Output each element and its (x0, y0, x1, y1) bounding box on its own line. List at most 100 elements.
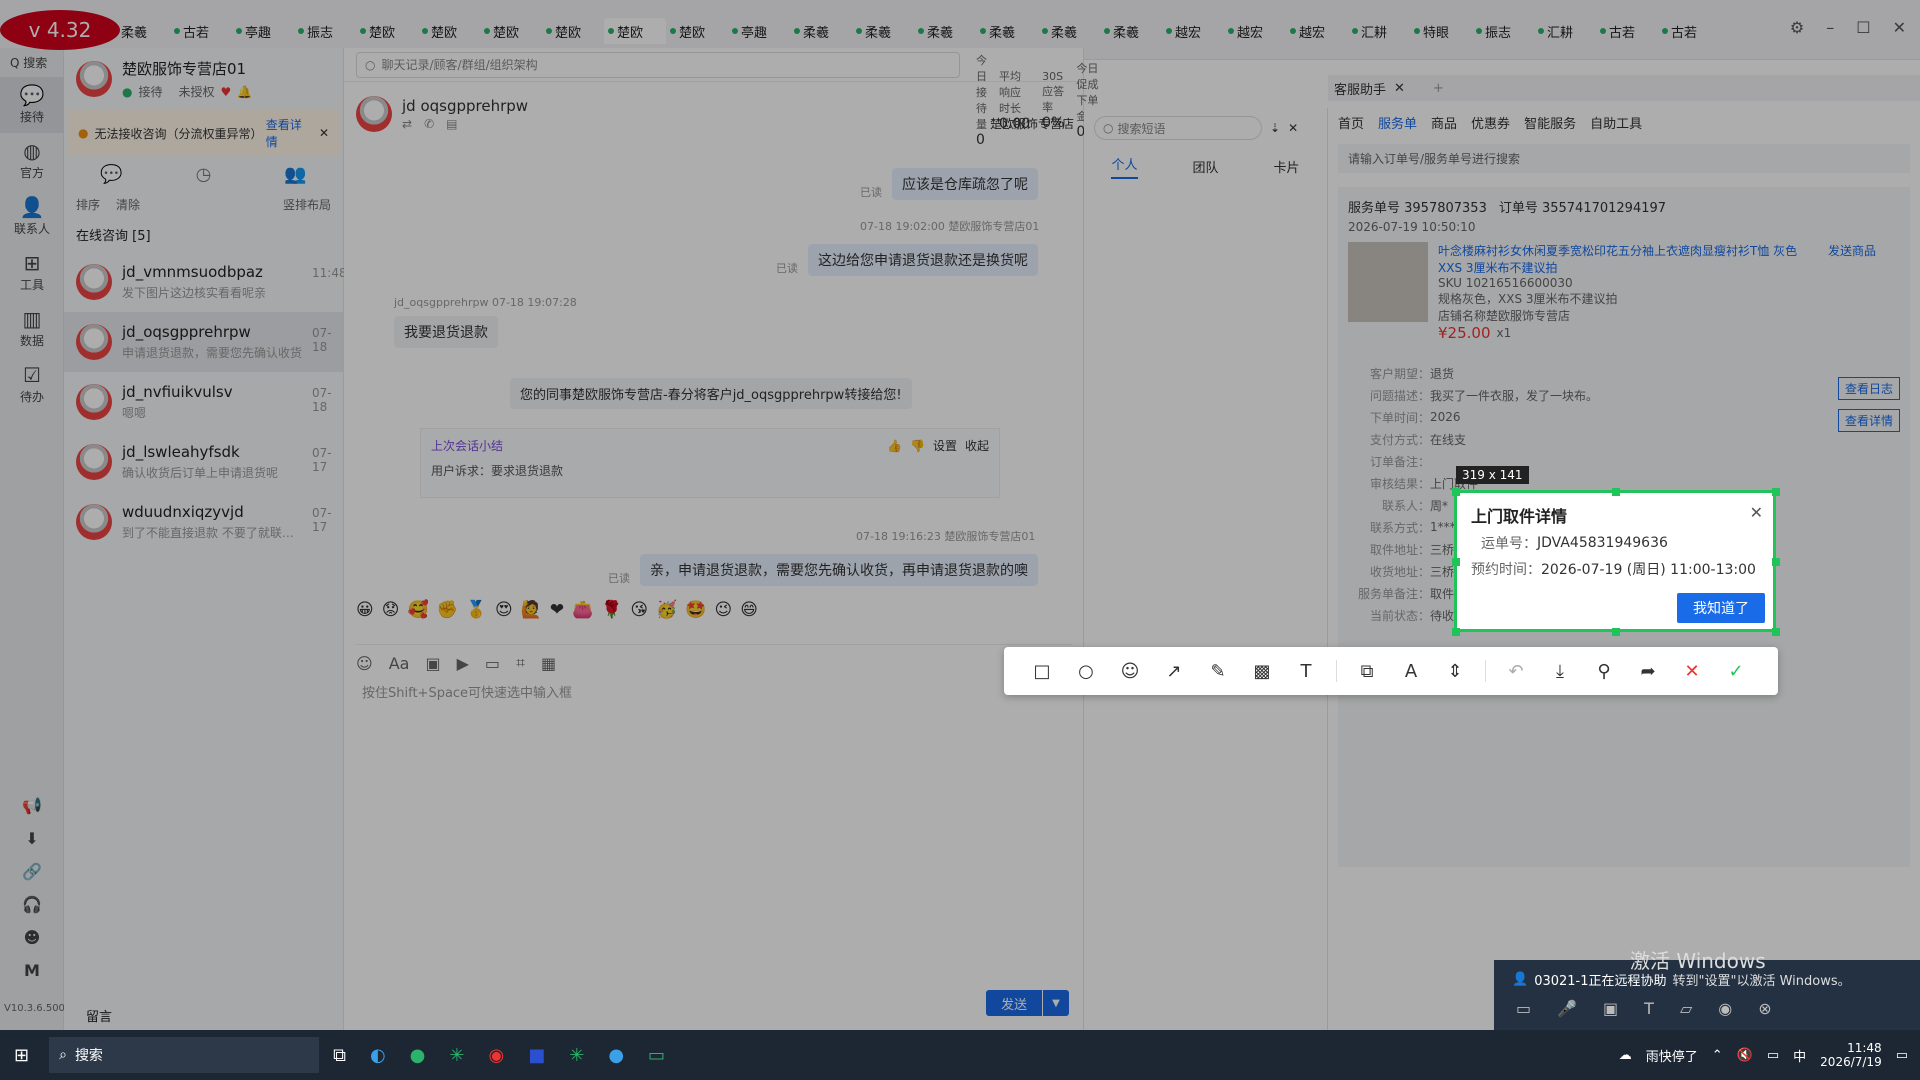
contacts-tab-icon[interactable]: 👥 (284, 164, 306, 185)
assistant-nav-item[interactable]: 首页 (1338, 113, 1364, 132)
settings-icon[interactable]: ⚙ (1790, 18, 1804, 37)
shop-tab[interactable]: 古若 (170, 18, 232, 44)
app-icon[interactable]: ✳ (449, 1045, 464, 1066)
tab-personal[interactable]: 个人 (1111, 154, 1138, 179)
task-view-icon[interactable]: ⧉ (333, 1045, 346, 1066)
taskbar-search[interactable]: 搜索 (75, 1045, 103, 1065)
reception-status[interactable]: 接待 (138, 83, 162, 100)
resize-handle[interactable] (1772, 558, 1780, 566)
close-icon[interactable]: ⊗ (1758, 999, 1771, 1018)
alert-close-icon[interactable]: ✕ (319, 126, 329, 140)
video-icon[interactable]: ▶ (457, 654, 469, 673)
transfer-icon[interactable]: ⇄ (402, 117, 412, 131)
link-icon[interactable]: 🔗 (22, 862, 42, 881)
shop-tab[interactable]: 汇耕 (1348, 18, 1410, 44)
sort-button[interactable]: 排序 (76, 196, 100, 213)
screen-icon[interactable]: ▣ (1603, 999, 1618, 1018)
rectangle-icon[interactable]: □ (1020, 653, 1064, 689)
app-icon[interactable]: ◉ (488, 1045, 504, 1066)
chat-tab-icon[interactable]: 💬 (100, 164, 122, 185)
shop-tab[interactable]: 楚欧 (356, 18, 418, 44)
phrase-search-input[interactable]: 搜索短语 (1117, 120, 1165, 137)
assistant-nav-item[interactable]: 自助工具 (1590, 113, 1642, 132)
close-icon[interactable]: ✕ (1893, 18, 1906, 37)
nav-item[interactable]: ☑ 待办 (0, 357, 64, 413)
nav-item[interactable]: ⊞ 工具 (0, 245, 64, 301)
folder-icon[interactable]: ▱ (1680, 999, 1692, 1018)
ime-indicator[interactable]: 中 (1793, 1046, 1806, 1065)
person-icon[interactable]: ◉ (1718, 999, 1732, 1018)
ocr-icon[interactable]: A (1389, 653, 1433, 689)
emoji-icon[interactable]: ☺ (356, 654, 373, 673)
shop-tab[interactable]: 楚欧 (666, 18, 728, 44)
shop-tab[interactable]: 振志 (1472, 18, 1534, 44)
shop-tab[interactable]: 古若 (1596, 18, 1658, 44)
pin-image-icon[interactable]: ⧉ (1345, 653, 1389, 689)
session-item[interactable]: jd_lswleahyfsdk 确认收货后订单上申请退货呢 07-17 (64, 432, 343, 492)
share-icon[interactable]: ➦ (1626, 653, 1670, 689)
alert-link[interactable]: 查看详情 (266, 116, 313, 150)
nav-item[interactable]: 👤 联系人 (0, 189, 64, 245)
shop-tab[interactable]: 特眼 (1410, 18, 1472, 44)
clock-time[interactable]: 11:48 (1820, 1041, 1882, 1055)
text-icon[interactable]: T (1284, 653, 1328, 689)
shop-tab[interactable]: 古若 (1658, 18, 1720, 44)
app-icon[interactable]: ▭ (648, 1045, 665, 1066)
clear-button[interactable]: 清除 (116, 196, 140, 213)
emoji-row[interactable]: 😀😟🥰✊🥇😍🙋❤👛🌹😘🥳🤩😉😄 (356, 600, 766, 620)
crop-icon[interactable]: ⌗ (516, 653, 525, 673)
shop-tab[interactable]: 楚欧 (418, 18, 480, 44)
pin-icon[interactable]: ⚲ (1582, 653, 1626, 689)
m-logo-icon[interactable]: M (24, 961, 40, 980)
shop-tab[interactable]: 越宏 (1224, 18, 1286, 44)
acknowledge-button[interactable]: 我知道了 (1677, 593, 1765, 623)
app-icon[interactable]: ■ (528, 1045, 545, 1066)
emoji-icon[interactable]: ☺ (1108, 653, 1152, 689)
shop-tab[interactable]: 越宏 (1286, 18, 1348, 44)
nav-search[interactable]: Q 搜索 (0, 48, 63, 77)
shop-tab[interactable]: 柔羲 (1100, 18, 1162, 44)
wechat-icon[interactable]: ● (410, 1045, 426, 1066)
ellipse-icon[interactable]: ○ (1064, 653, 1108, 689)
long-screenshot-icon[interactable]: ⇕ (1433, 653, 1477, 689)
minimize-icon[interactable]: – (1826, 18, 1834, 37)
text-icon[interactable]: T (1644, 999, 1654, 1018)
leave-message[interactable]: 留言 (86, 1006, 112, 1025)
confirm-icon[interactable]: ✓ (1714, 653, 1758, 689)
shop-tab[interactable]: 振志 (294, 18, 356, 44)
send-button[interactable]: 发送 (986, 990, 1042, 1016)
ticket-icon[interactable]: ▤ (446, 117, 457, 131)
nav-item[interactable]: ▥ 数据 (0, 301, 64, 357)
chat-icon[interactable]: ▭ (1516, 999, 1531, 1018)
message-input[interactable]: 按住Shift+Space可快速选中输入框 (362, 682, 572, 701)
tray-chevron-icon[interactable]: ⌃ (1712, 1048, 1723, 1063)
shop-tab[interactable]: 越宏 (1162, 18, 1224, 44)
send-product-link[interactable]: 发送商品 (1828, 242, 1876, 259)
shop-tab[interactable]: 柔羲 (914, 18, 976, 44)
arrow-icon[interactable]: ↗ (1152, 653, 1196, 689)
shop-tab[interactable]: 汇耕 (1534, 18, 1596, 44)
assistant-nav-item[interactable]: 商品 (1431, 113, 1457, 132)
volume-icon[interactable]: 🔇 (1737, 1048, 1753, 1063)
tab-card[interactable]: 卡片 (1273, 157, 1299, 176)
resize-handle[interactable] (1452, 628, 1460, 636)
shop-tab[interactable]: 亭趣 (728, 18, 790, 44)
bell-icon[interactable]: 🔔 (237, 85, 252, 99)
send-options-chevron-icon[interactable]: ▼ (1043, 990, 1069, 1016)
download-icon[interactable]: ⬇ (25, 829, 38, 848)
group-title[interactable]: 在线咨询 [5] (64, 217, 343, 252)
session-item[interactable]: wduudnxiqzyvjd 到了不能直接退款 不要了就联系... 07-17 (64, 492, 343, 552)
announcement-icon[interactable]: 📢 (22, 796, 42, 815)
resize-handle[interactable] (1452, 558, 1460, 566)
assistant-nav-item[interactable]: 智能服务 (1524, 113, 1576, 132)
view-log-button[interactable]: 查看日志 (1837, 377, 1900, 400)
history-tab-icon[interactable]: ◷ (196, 164, 212, 185)
session-item[interactable]: jd_nvfiuikvulsv 嗯嗯 07-18 (64, 372, 343, 432)
font-icon[interactable]: Aa (389, 654, 410, 673)
resize-handle[interactable] (1612, 488, 1620, 496)
summary-collapse[interactable]: 收起 (965, 437, 989, 454)
shop-tab[interactable]: 亭趣 (232, 18, 294, 44)
thumb-down-icon[interactable]: 👎 (910, 439, 925, 453)
close-icon[interactable]: ✕ (1288, 121, 1298, 135)
clock-date[interactable]: 2026/7/19 (1820, 1055, 1882, 1069)
